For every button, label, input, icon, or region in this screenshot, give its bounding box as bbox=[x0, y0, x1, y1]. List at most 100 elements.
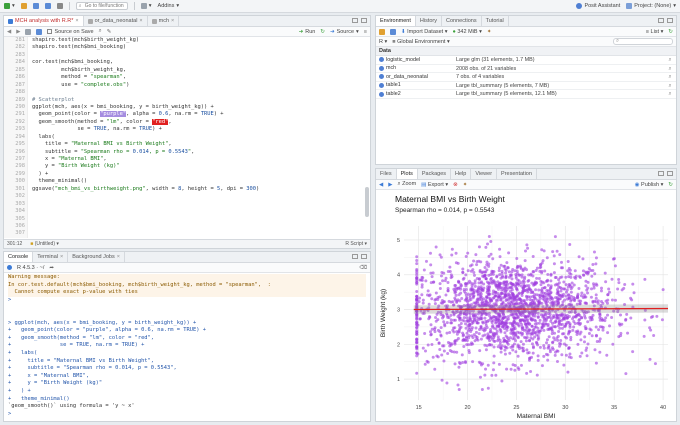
code-line[interactable] bbox=[32, 230, 370, 237]
expand-icon[interactable] bbox=[379, 65, 384, 71]
close-icon[interactable]: × bbox=[117, 252, 120, 262]
env-row-logistic_model[interactable]: logistic_model Large glm (31 elements, 1.… bbox=[376, 56, 676, 65]
view-object-icon[interactable]: ⌕ bbox=[664, 82, 676, 90]
outline-icon[interactable]: ≡ bbox=[364, 29, 367, 35]
code-line[interactable]: use = "complete.obs") bbox=[32, 82, 370, 89]
view-object-icon[interactable]: ⌕ bbox=[664, 90, 676, 98]
code-line[interactable]: ggsave("mch_bmi_vs_birthweight.png", wid… bbox=[32, 186, 370, 193]
tab-console[interactable]: Console bbox=[4, 252, 34, 262]
tab-background-jobs[interactable]: Background Jobs × bbox=[68, 252, 125, 262]
project-menu[interactable]: Project: (None) ▾ bbox=[626, 3, 676, 9]
env-row-or_data_neonatal[interactable]: or_data_neonatal 7 obs. of 4 variables ⌕ bbox=[376, 73, 676, 82]
code-line[interactable]: ) + bbox=[32, 171, 370, 178]
code-text[interactable]: shapiro.test(mch$birth_weight_kg) shapiro… bbox=[28, 37, 370, 238]
next-plot-icon[interactable]: ▶ bbox=[388, 182, 392, 188]
wand-icon[interactable]: ✎ bbox=[107, 29, 112, 35]
view-object-icon[interactable]: ⌕ bbox=[664, 73, 676, 81]
scope-indicator[interactable]: ■ (Untitled) ▾ bbox=[30, 240, 59, 248]
refresh-icon[interactable]: ↻ bbox=[668, 182, 673, 188]
maximize-icon[interactable] bbox=[667, 171, 673, 176]
addins-menu[interactable]: Addins ▾ bbox=[158, 3, 180, 9]
code-line[interactable]: geom_point(color = "purple", alpha = 0.6… bbox=[32, 111, 370, 118]
code-line[interactable]: y = "Birth Weight (kg)" bbox=[32, 163, 370, 170]
global-env-selector[interactable]: ■ Global Environment ▾ bbox=[392, 39, 449, 45]
code-line[interactable]: labs( bbox=[32, 134, 370, 141]
minimize-icon[interactable] bbox=[658, 18, 664, 23]
minimize-icon[interactable] bbox=[352, 18, 358, 23]
maximize-icon[interactable] bbox=[667, 18, 673, 23]
save-icon[interactable] bbox=[36, 28, 43, 35]
tab-viewer[interactable]: Viewer bbox=[471, 169, 498, 179]
code-line[interactable] bbox=[32, 193, 370, 200]
maximize-icon[interactable] bbox=[361, 254, 367, 259]
code-line[interactable]: title = "Maternal BMI vs Birth Weight", bbox=[32, 141, 370, 148]
language-selector[interactable]: R ▾ bbox=[379, 39, 387, 45]
code-line[interactable]: # Scatterplot bbox=[32, 97, 370, 104]
code-line[interactable]: geom_smooth(method = "lm", color = "red"… bbox=[32, 118, 370, 126]
code-line[interactable]: theme_minimal() bbox=[32, 178, 370, 185]
view-mode-menu[interactable]: ≡ List ▾ bbox=[646, 29, 664, 35]
minimize-icon[interactable] bbox=[658, 171, 664, 176]
code-line[interactable]: shapiro.test(mch$birth_weight_kg) bbox=[32, 37, 370, 44]
expand-icon[interactable] bbox=[379, 74, 384, 80]
expand-icon[interactable] bbox=[379, 91, 384, 97]
code-line[interactable] bbox=[32, 216, 370, 223]
code-line[interactable]: method = "spearman", bbox=[32, 74, 370, 81]
tab-or-data-neonatal[interactable]: or_data_neonatal × bbox=[84, 16, 148, 26]
tab-tutorial[interactable]: Tutorial bbox=[482, 16, 509, 26]
code-line[interactable]: shapiro.test(mch$bmi_booking) bbox=[32, 44, 370, 51]
tab-environment[interactable]: Environment bbox=[376, 16, 416, 26]
forward-arrow-icon[interactable]: ▶ bbox=[16, 29, 20, 35]
save-button[interactable] bbox=[32, 3, 39, 9]
code-area[interactable]: 281 282 283 284 285 286 287 288 289 290 291 292 293 2… bbox=[4, 37, 370, 238]
prev-plot-icon[interactable]: ◀ bbox=[379, 182, 383, 188]
broom-icon[interactable]: ✦ bbox=[463, 182, 468, 188]
remove-plot-icon[interactable]: ⊗ bbox=[453, 182, 458, 188]
code-line[interactable]: ggplot(mch, aes(x = bmi_booking, y = bir… bbox=[32, 104, 370, 111]
code-line[interactable] bbox=[32, 223, 370, 230]
grid-button[interactable]: ▾ bbox=[140, 3, 152, 9]
goto-file-input[interactable]: ⌕ Go to file/function bbox=[75, 2, 128, 10]
tab-connections[interactable]: Connections bbox=[442, 16, 482, 26]
expand-icon[interactable] bbox=[379, 83, 384, 89]
run-button[interactable]: ➜ Run bbox=[299, 29, 316, 35]
tab-plots[interactable]: Plots bbox=[396, 169, 418, 179]
env-row-table2[interactable]: table2 Large tbl_summary (5 elements, 12.… bbox=[376, 90, 676, 99]
close-icon[interactable]: × bbox=[171, 16, 174, 26]
save-workspace-icon[interactable] bbox=[390, 28, 396, 35]
code-line[interactable] bbox=[32, 208, 370, 215]
env-search-input[interactable]: ⌕ bbox=[613, 38, 673, 45]
code-line[interactable] bbox=[32, 52, 370, 59]
maximize-icon[interactable] bbox=[361, 18, 367, 23]
load-workspace-icon[interactable] bbox=[379, 28, 385, 35]
memory-usage[interactable]: ● 342 MiB ▾ bbox=[453, 29, 482, 35]
new-file-button[interactable]: ▾ bbox=[4, 3, 15, 9]
export-button[interactable]: ▤ Export ▾ bbox=[421, 182, 448, 188]
code-line[interactable]: subtitle = "Spearman rho = 0.014, p = 0.… bbox=[32, 149, 370, 156]
minimize-icon[interactable] bbox=[352, 254, 358, 259]
tab-mch[interactable]: mch × bbox=[148, 16, 180, 26]
tab-packages[interactable]: Packages bbox=[418, 169, 452, 179]
view-object-icon[interactable]: ⌕ bbox=[664, 56, 676, 64]
clear-console-icon[interactable]: ⌫ bbox=[359, 265, 367, 271]
broom-icon[interactable]: ✦ bbox=[487, 29, 492, 35]
go-to-dir-icon[interactable]: ➦ bbox=[49, 265, 54, 271]
tab-presentation[interactable]: Presentation bbox=[497, 169, 537, 179]
publish-button[interactable]: ◉ Publish ▾ bbox=[635, 182, 664, 188]
source-button[interactable]: ➜ Source ▾ bbox=[330, 29, 359, 35]
search-icon[interactable]: ⌕ bbox=[99, 28, 102, 35]
open-file-button[interactable] bbox=[20, 3, 27, 9]
code-line[interactable]: cor.test(mch$bmi_booking, bbox=[32, 59, 370, 66]
rerun-icon[interactable]: ↻ bbox=[320, 29, 325, 35]
code-line[interactable] bbox=[32, 89, 370, 96]
code-line[interactable]: mch$birth_weight_kg, bbox=[32, 67, 370, 74]
code-line[interactable]: se = TRUE, na.rm = TRUE) + bbox=[32, 126, 370, 133]
close-icon[interactable]: × bbox=[60, 252, 63, 262]
view-object-icon[interactable]: ⌕ bbox=[664, 65, 676, 73]
source-on-save-checkbox[interactable]: Source on Save bbox=[47, 29, 94, 35]
expand-icon[interactable] bbox=[379, 57, 384, 63]
close-icon[interactable]: × bbox=[139, 16, 142, 26]
tab-help[interactable]: Help bbox=[451, 169, 472, 179]
code-line[interactable]: x = "Maternal BMI", bbox=[32, 156, 370, 163]
show-in-window-icon[interactable] bbox=[25, 28, 32, 35]
